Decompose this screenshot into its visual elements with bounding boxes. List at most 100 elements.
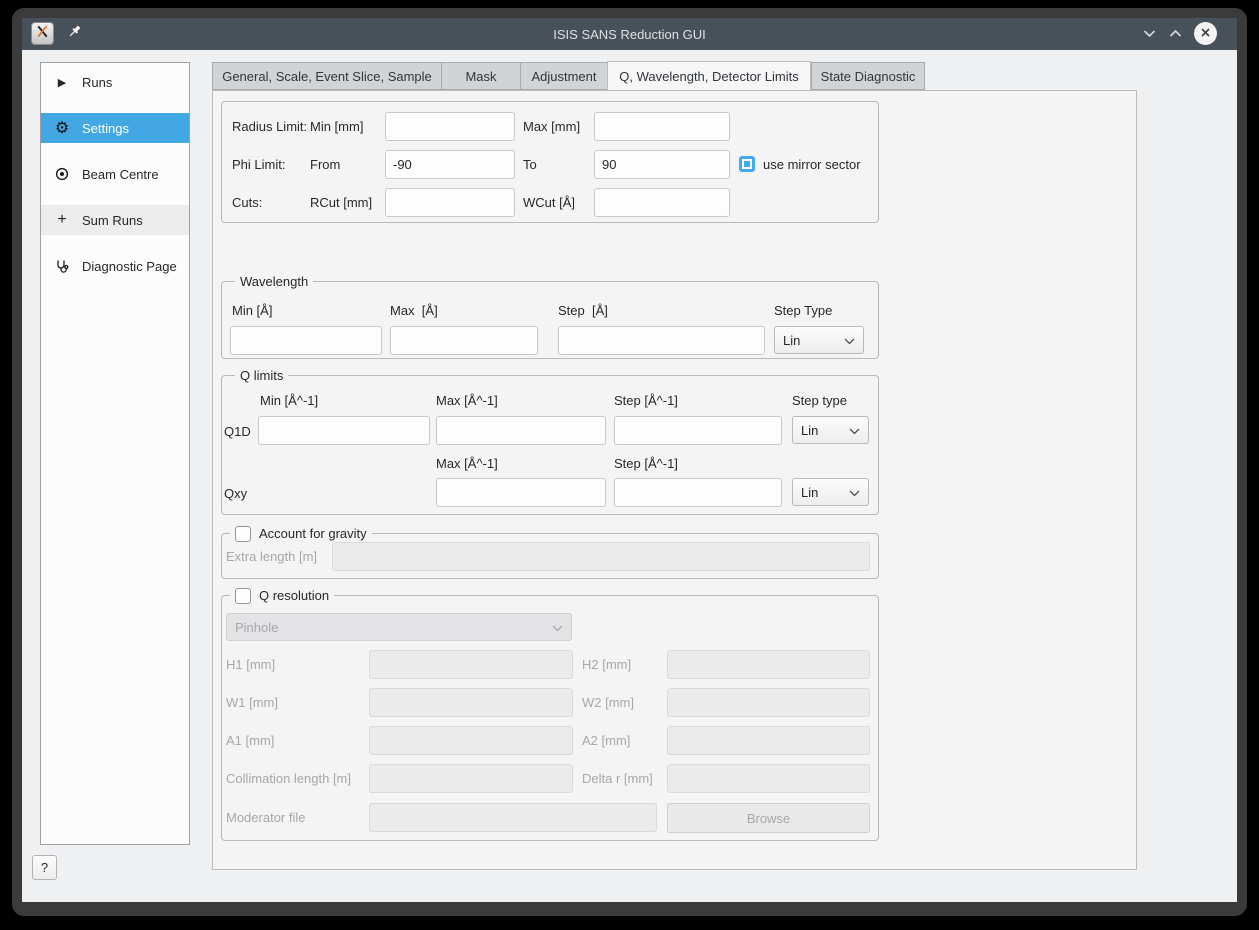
gravity-group: Account for gravity Extra length [m] [221,533,879,579]
stethoscope-icon [54,259,70,273]
sidebar-item-label: Diagnostic Page [82,259,177,274]
wcut-label: WCut [Å] [523,195,575,210]
application-window: ISIS SANS Reduction GUI ▶ Runs ⚙ [0,0,1259,930]
tab-adjustment[interactable]: Adjustment [520,62,607,90]
q-resolution-group-title: Q resolution [259,587,329,604]
w2-label: W2 [mm] [582,695,634,710]
q1d-max-header: Max [Å^-1] [436,393,498,408]
combobox-value: Pinhole [235,620,278,635]
tab-q-wavelength-detector-limits[interactable]: Q, Wavelength, Detector Limits [607,61,811,90]
a1-input [369,726,573,755]
q1d-max-input[interactable] [436,416,606,445]
sidebar-item-label: Beam Centre [82,167,159,182]
radius-max-label: Max [mm] [523,119,580,134]
tab-pane: Radius Limit: Min [mm] Max [mm] Phi Limi… [212,90,1137,870]
a2-input [667,726,870,755]
wavelength-max-input[interactable] [390,326,538,355]
rcut-label: RCut [mm] [310,195,372,210]
q1d-step-input[interactable] [614,416,782,445]
qxy-max-header: Max [Å^-1] [436,456,498,471]
wavelength-max-label: Max [Å] [390,303,438,318]
gear-icon: ⚙ [54,118,70,138]
w2-input [667,688,870,717]
qxy-step-input[interactable] [614,478,782,507]
aperture-shape-combobox: Pinhole [226,613,572,641]
h1-label: H1 [mm] [226,657,275,672]
rcut-input[interactable] [385,188,515,217]
collimation-length-label: Collimation length [m] [226,771,351,786]
tab-mask[interactable]: Mask [441,62,520,90]
w1-input [369,688,573,717]
qxy-step-header: Step [Å^-1] [614,456,678,471]
q1d-row-label: Q1D [224,424,251,439]
q1d-step-type-combobox[interactable]: Lin [792,416,869,444]
chevron-down-icon [844,333,855,348]
close-icon [1200,25,1211,43]
phi-limit-label: Phi Limit: [232,157,285,172]
chevron-up-icon [1169,25,1182,43]
browse-button: Browse [667,803,870,833]
wavelength-step-input[interactable] [558,326,765,355]
collimation-length-input [369,764,573,793]
q1d-min-input[interactable] [258,416,430,445]
sidebar-item-diagnostic-page[interactable]: Diagnostic Page [41,251,189,281]
combobox-value: Lin [801,485,818,500]
q1d-step-header: Step [Å^-1] [614,393,678,408]
q1d-step-type-header: Step type [792,393,847,408]
wavelength-min-label: Min [Å] [232,303,272,318]
sidebar-item-label: Sum Runs [82,213,143,228]
chevron-down-icon [552,620,563,635]
wavelength-min-input[interactable] [230,326,382,355]
sidebar-item-sum-runs[interactable]: + Sum Runs [41,205,189,235]
gravity-group-title: Account for gravity [259,525,367,542]
help-button[interactable]: ? [32,855,57,880]
qxy-row-label: Qxy [224,486,247,501]
tab-bar: General, Scale, Event Slice, Sample Mask… [212,62,925,90]
mirror-sector-checkbox[interactable] [739,156,755,172]
q-limits-group-title: Q limits [235,367,288,384]
maximize-button[interactable] [1165,25,1185,43]
delta-r-label: Delta r [mm] [582,771,653,786]
sidebar-item-settings[interactable]: ⚙ Settings [41,113,189,143]
sidebar-item-label: Settings [82,121,129,136]
radius-min-input[interactable] [385,112,515,141]
q-resolution-group: Q resolution Pinhole H1 [mm] H2 [mm] W1 … [221,595,879,841]
close-button[interactable] [1194,22,1217,45]
a2-label: A2 [mm] [582,733,630,748]
limits-group: Radius Limit: Min [mm] Max [mm] Phi Limi… [221,101,879,223]
phi-to-input[interactable] [594,150,730,179]
tab-state-diagnostic[interactable]: State Diagnostic [811,62,925,90]
phi-to-label: To [523,157,537,172]
sidebar-item-beam-centre[interactable]: Beam Centre [41,159,189,189]
wcut-input[interactable] [594,188,730,217]
h2-input [667,650,870,679]
cuts-label: Cuts: [232,195,262,210]
q-resolution-checkbox[interactable] [235,588,251,604]
qxy-max-input[interactable] [436,478,606,507]
sidebar-item-runs[interactable]: ▶ Runs [41,67,189,97]
gravity-checkbox[interactable] [235,526,251,542]
h1-input [369,650,573,679]
extra-length-input [332,542,870,571]
wavelength-step-type-combobox[interactable]: Lin [774,326,864,354]
wavelength-group-title: Wavelength [235,273,313,290]
wavelength-group: Wavelength Min [Å] Max [Å] Step [Å] Step… [221,281,879,359]
main-content: ▶ Runs ⚙ Settings Beam Centre + Sum Runs [22,50,1237,902]
shade-button[interactable] [1139,25,1159,43]
qxy-step-type-combobox[interactable]: Lin [792,478,869,506]
wavelength-step-type-label: Step Type [774,303,832,318]
q1d-min-header: Min [Å^-1] [260,393,318,408]
a1-label: A1 [mm] [226,733,274,748]
radius-max-input[interactable] [594,112,730,141]
plus-icon: + [54,211,70,229]
radius-limit-label: Radius Limit: [232,119,307,134]
chevron-down-icon [849,423,860,438]
play-icon: ▶ [54,76,70,89]
tab-general-scale[interactable]: General, Scale, Event Slice, Sample [212,62,441,90]
phi-from-input[interactable] [385,150,515,179]
combobox-value: Lin [783,333,800,348]
radius-min-label: Min [mm] [310,119,363,134]
phi-from-label: From [310,157,340,172]
window-title: ISIS SANS Reduction GUI [22,27,1237,42]
chevron-down-icon [849,485,860,500]
